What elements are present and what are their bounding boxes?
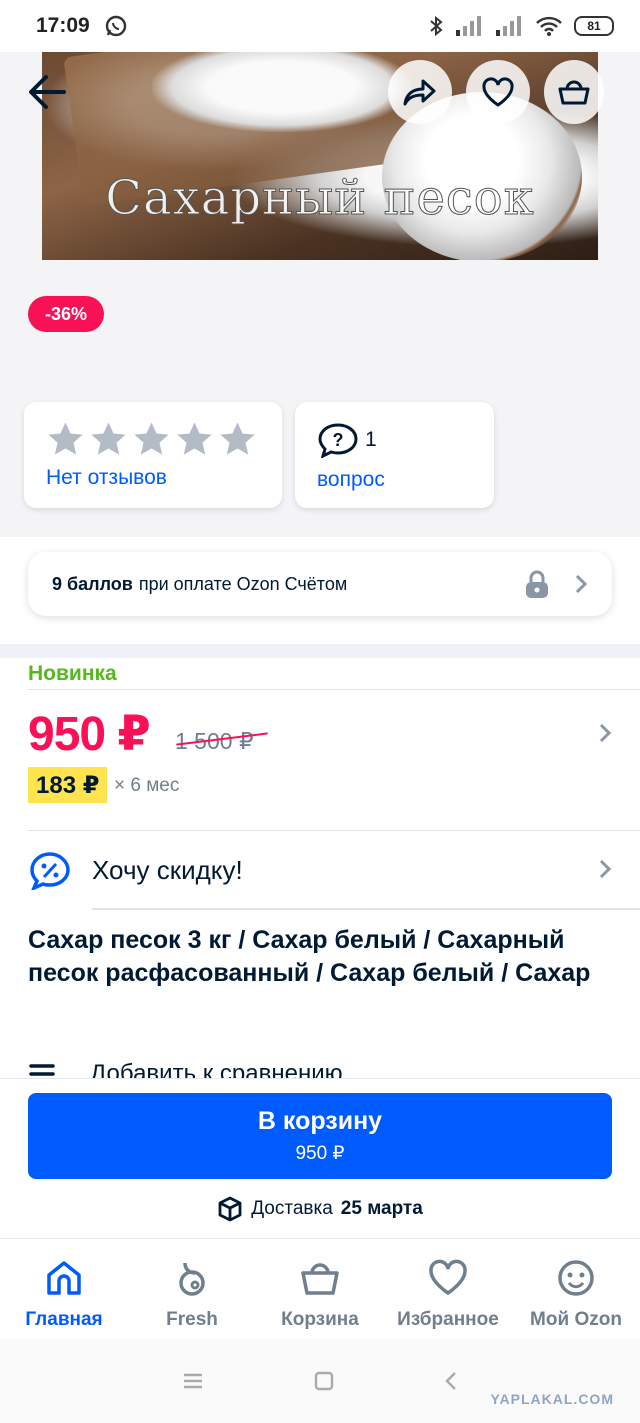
bonus-points: 9 баллов	[52, 573, 133, 594]
basket-icon	[558, 80, 590, 105]
status-indicators: 81	[428, 15, 614, 37]
tab-label: Корзина	[281, 1309, 359, 1330]
product-title: Сахар песок 3 кг / Сахар белый / Сахарны…	[28, 926, 591, 987]
status-bar: 17:09 81	[0, 0, 640, 52]
reviews-label[interactable]: Нет отзывов	[46, 466, 167, 490]
discount-badge: -36%	[28, 296, 104, 332]
tab-label: Избранное	[397, 1309, 499, 1330]
new-tag: Новинка	[28, 662, 117, 685]
cart-header-button[interactable]	[544, 60, 604, 124]
tab-home[interactable]: Главная	[0, 1239, 128, 1338]
signal-icon-2	[496, 16, 521, 36]
tab-label: Fresh	[166, 1309, 218, 1330]
add-to-cart-button[interactable]: В корзину 950 ₽	[28, 1093, 612, 1179]
system-navigation-bar	[0, 1338, 640, 1423]
rating-stars	[46, 420, 257, 459]
discount-chat-icon	[30, 852, 70, 890]
reviews-card[interactable]: Нет отзывов	[24, 402, 282, 508]
profile-icon	[558, 1260, 594, 1296]
star-icon	[48, 422, 83, 455]
tab-cart[interactable]: Корзина	[256, 1239, 384, 1338]
heart-icon	[429, 1259, 467, 1296]
add-to-cart-label: В корзину	[257, 1107, 383, 1135]
star-icon	[91, 422, 126, 455]
chevron-right-icon	[575, 574, 588, 594]
tab-label: Мой Ozon	[530, 1309, 622, 1330]
tab-my-ozon[interactable]: Мой Ozon	[512, 1239, 640, 1338]
image-caption: Сахарный песок	[105, 170, 535, 227]
svg-text:?: ?	[333, 430, 344, 450]
favorite-button[interactable]	[466, 60, 530, 124]
back-triangle-icon[interactable]	[444, 1370, 458, 1392]
battery-indicator: 81	[574, 16, 614, 36]
share-button[interactable]	[388, 60, 452, 124]
watermark: YAPLAKAL.COM	[490, 1391, 614, 1407]
current-price: 950 ₽	[28, 708, 151, 761]
add-to-compare-row[interactable]: Добавить к сравнению	[28, 1060, 343, 1080]
chevron-right-icon[interactable]	[598, 722, 612, 744]
delivery-date: 25 марта	[340, 1198, 423, 1219]
star-icon	[177, 422, 212, 455]
back-arrow-icon[interactable]	[26, 72, 68, 112]
installment-badge[interactable]: 183 ₽	[28, 767, 108, 803]
divider	[28, 689, 640, 690]
bonus-banner[interactable]: 9 баллов при оплате Ozon Счётом	[28, 552, 612, 616]
bluetooth-icon	[430, 15, 443, 37]
lock-icon	[526, 570, 548, 598]
home-icon	[47, 1261, 81, 1295]
question-bubble-icon: ?	[318, 423, 358, 458]
star-icon	[134, 422, 169, 455]
section-divider	[0, 644, 640, 658]
bottom-tab-bar: Главная Fresh Корзина Избранное Мой Ozon	[0, 1238, 640, 1338]
divider	[92, 908, 640, 910]
delivery-info: Доставка 25 марта	[0, 1196, 640, 1222]
wifi-icon	[536, 16, 562, 36]
tab-fresh[interactable]: Fresh	[128, 1239, 256, 1338]
fresh-icon	[179, 1262, 205, 1296]
questions-count: 1	[365, 428, 377, 451]
signal-icon	[456, 16, 481, 36]
heart-icon	[482, 77, 514, 107]
installment-term: × 6 мес	[114, 775, 180, 796]
add-to-cart-price: 950 ₽	[295, 1143, 345, 1164]
divider	[28, 830, 640, 831]
want-discount-label[interactable]: Хочу скидку!	[92, 855, 243, 886]
tab-label: Главная	[25, 1309, 103, 1330]
sugar-pile	[152, 52, 412, 132]
chevron-right-icon[interactable]	[598, 858, 612, 880]
star-icon	[220, 422, 255, 455]
bonus-text: при оплате Ozon Счётом	[138, 573, 348, 594]
box-icon	[218, 1196, 242, 1222]
whatsapp-icon	[105, 15, 126, 37]
basket-icon	[301, 1263, 339, 1295]
menu-icon[interactable]	[182, 1372, 204, 1390]
tab-favorites[interactable]: Избранное	[384, 1239, 512, 1338]
delivery-prefix: Доставка	[251, 1198, 333, 1219]
status-time: 17:09	[36, 14, 90, 37]
questions-label[interactable]: вопрос	[317, 468, 385, 492]
questions-card[interactable]: ? 1 вопрос	[295, 402, 494, 508]
home-square-icon[interactable]	[314, 1371, 334, 1391]
compare-list-icon	[29, 1064, 55, 1076]
add-to-compare-label[interactable]: Добавить к сравнению	[90, 1060, 343, 1080]
share-icon	[403, 79, 436, 106]
